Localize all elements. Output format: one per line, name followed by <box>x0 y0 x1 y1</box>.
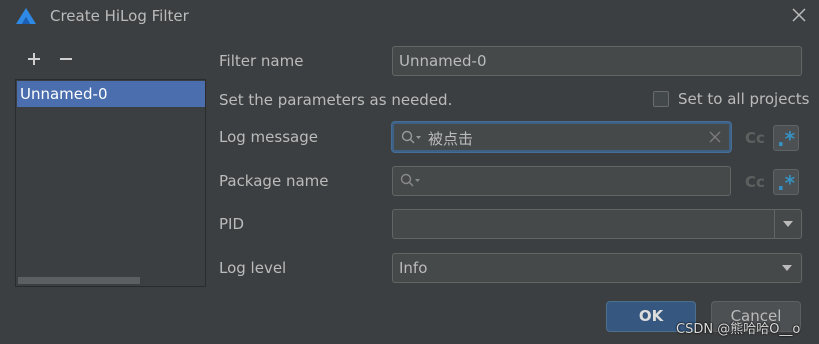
match-case-button[interactable]: Cc <box>745 129 765 147</box>
log-message-input[interactable]: 被点击 <box>392 122 731 152</box>
clear-icon[interactable] <box>709 131 721 143</box>
filter-name-input[interactable]: Unnamed-0 <box>392 46 802 76</box>
log-message-value: 被点击 <box>428 130 474 148</box>
filter-name-value: Unnamed-0 <box>399 52 487 70</box>
pid-dropdown-button[interactable] <box>774 210 801 238</box>
package-name-label: Package name <box>219 172 329 190</box>
plus-icon[interactable] <box>25 50 43 68</box>
minus-icon[interactable] <box>57 50 75 68</box>
regex-button[interactable]: .* <box>773 169 799 195</box>
filter-name-label: Filter name <box>219 52 304 70</box>
filter-list: Unnamed-0 <box>15 79 206 287</box>
set-to-all-projects-checkbox[interactable] <box>653 91 669 107</box>
pid-combobox[interactable] <box>392 209 802 239</box>
pid-label: PID <box>219 215 245 233</box>
list-item[interactable]: Unnamed-0 <box>17 81 205 107</box>
match-case-button[interactable]: Cc <box>745 173 765 191</box>
set-to-all-projects-label[interactable]: Set to all projects <box>678 90 809 108</box>
chevron-down-icon <box>782 265 792 271</box>
window-title: Create HiLog Filter <box>50 7 189 25</box>
regex-button[interactable]: .* <box>773 125 799 151</box>
log-level-label: Log level <box>219 259 287 277</box>
package-name-input[interactable] <box>392 166 731 196</box>
horizontal-scrollbar[interactable] <box>18 277 140 284</box>
title-bar: Create HiLog Filter <box>0 0 819 34</box>
search-icon[interactable] <box>401 130 423 146</box>
search-icon[interactable] <box>400 173 422 189</box>
chevron-down-icon <box>783 221 793 227</box>
instructions-text: Set the parameters as needed. <box>219 91 453 109</box>
log-message-label: Log message <box>219 128 318 146</box>
log-level-combobox[interactable]: Info <box>392 253 802 283</box>
harmony-logo-icon <box>16 8 36 24</box>
log-level-value: Info <box>399 259 428 277</box>
log-level-dropdown-button[interactable] <box>774 254 801 282</box>
watermark-text: CSDN @熊哈哈O__o <box>676 322 801 337</box>
close-icon[interactable] <box>791 7 807 23</box>
